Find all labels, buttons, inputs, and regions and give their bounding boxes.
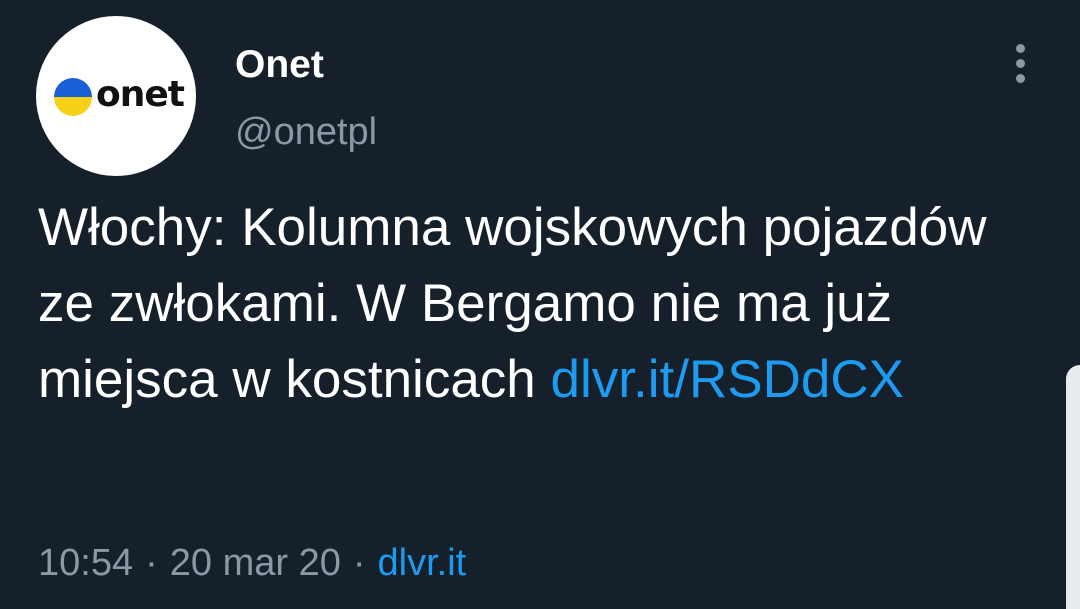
meta-separator: ·: [352, 542, 366, 584]
tweet-time[interactable]: 10:54: [38, 542, 133, 584]
onet-logo-text: onet: [96, 74, 185, 115]
avatar[interactable]: onet: [36, 16, 196, 176]
side-edge-panel: [1066, 365, 1080, 609]
tweet-metadata: 10:54 · 20 mar 20 · dlvr.it: [38, 540, 466, 586]
tweet-source-link[interactable]: dlvr.it: [378, 542, 467, 584]
tweet-link[interactable]: dlvr.it/RSDdCX: [551, 350, 904, 409]
tweet: onet Onet @onetpl Włochy: Kolumna wojsko…: [0, 0, 1080, 609]
meta-separator: ·: [145, 542, 158, 584]
more-vertical-icon: [1016, 44, 1025, 53]
more-vertical-icon-dot: [1016, 74, 1025, 83]
ukraine-flag-icon: [54, 78, 92, 116]
tweet-date[interactable]: 20 mar 20: [170, 542, 341, 584]
more-vertical-icon-dot: [1016, 59, 1025, 68]
display-name[interactable]: Onet: [235, 42, 324, 88]
tweet-text: Włochy: Kolumna wojskowych pojazdów ze z…: [38, 190, 1048, 418]
user-handle[interactable]: @onetpl: [235, 109, 377, 155]
more-options-button[interactable]: [1004, 40, 1038, 88]
